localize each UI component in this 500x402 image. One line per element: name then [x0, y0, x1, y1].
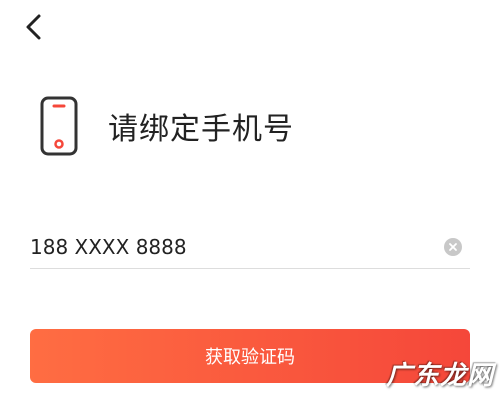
- clear-icon: [449, 243, 457, 251]
- phone-number-field: [30, 226, 470, 269]
- bind-phone-header: 请绑定手机号: [40, 96, 294, 156]
- back-button[interactable]: [16, 10, 50, 44]
- phone-icon: [40, 96, 78, 156]
- get-verification-code-button[interactable]: 获取验证码: [30, 329, 470, 383]
- phone-number-input[interactable]: [30, 235, 444, 259]
- page-title: 请绑定手机号: [108, 112, 294, 147]
- chevron-left-icon: [26, 14, 41, 40]
- clear-button[interactable]: [444, 238, 462, 256]
